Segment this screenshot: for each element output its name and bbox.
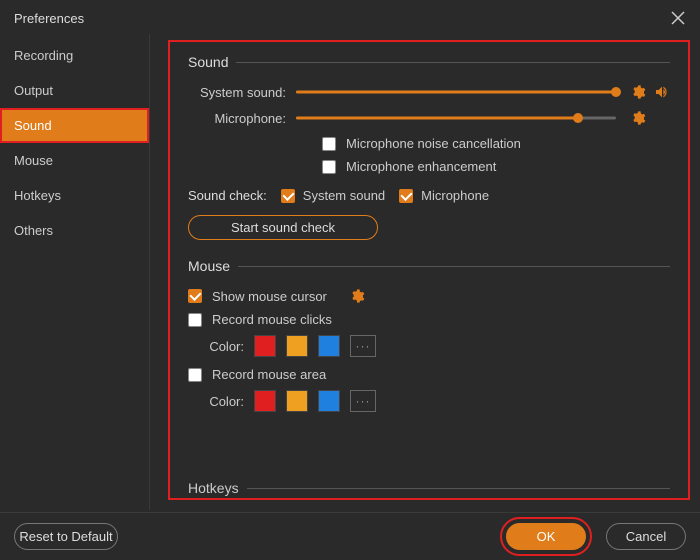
noise-cancel-label: Microphone noise cancellation xyxy=(346,136,521,151)
color-swatch-orange[interactable] xyxy=(286,390,308,412)
window-title: Preferences xyxy=(14,11,84,26)
speaker-icon[interactable] xyxy=(654,84,670,100)
sidebar-item-output[interactable]: Output xyxy=(0,73,149,108)
preferences-panel: Sound System sound: xyxy=(168,40,690,500)
record-clicks-label: Record mouse clicks xyxy=(212,312,332,327)
sidebar: Recording Output Sound Mouse Hotkeys Oth… xyxy=(0,34,150,510)
system-sound-slider[interactable] xyxy=(296,85,616,99)
noise-cancel-checkbox[interactable] xyxy=(322,137,336,151)
microphone-slider[interactable] xyxy=(296,111,616,125)
dialog-footer: Reset to Default OK Cancel xyxy=(0,512,700,560)
gear-icon[interactable] xyxy=(349,288,365,304)
sidebar-item-sound[interactable]: Sound xyxy=(0,108,149,143)
color-swatch-blue[interactable] xyxy=(318,335,340,357)
record-area-checkbox[interactable] xyxy=(188,368,202,382)
mic-enhance-checkbox[interactable] xyxy=(322,160,336,174)
sidebar-item-others[interactable]: Others xyxy=(0,213,149,248)
color-swatch-blue[interactable] xyxy=(318,390,340,412)
microphone-label: Microphone: xyxy=(188,111,296,126)
record-clicks-checkbox[interactable] xyxy=(188,313,202,327)
color-swatch-red[interactable] xyxy=(254,335,276,357)
sidebar-item-hotkeys[interactable]: Hotkeys xyxy=(0,178,149,213)
section-heading-mouse: Mouse xyxy=(188,258,670,278)
reset-default-button[interactable]: Reset to Default xyxy=(14,523,118,550)
color-swatch-orange[interactable] xyxy=(286,335,308,357)
sidebar-item-recording[interactable]: Recording xyxy=(0,38,149,73)
soundcheck-system-checkbox[interactable] xyxy=(281,189,295,203)
mic-enhance-label: Microphone enhancement xyxy=(346,159,496,174)
sound-check-label: Sound check: xyxy=(188,188,267,203)
start-sound-check-button[interactable]: Start sound check xyxy=(188,215,378,240)
show-cursor-label: Show mouse cursor xyxy=(212,289,327,304)
click-color-label: Color: xyxy=(202,339,244,354)
ok-button[interactable]: OK xyxy=(506,523,586,550)
cancel-button[interactable]: Cancel xyxy=(606,523,686,550)
more-colors-button[interactable]: ··· xyxy=(350,390,376,412)
color-swatch-red[interactable] xyxy=(254,390,276,412)
more-colors-button[interactable]: ··· xyxy=(350,335,376,357)
section-heading-sound: Sound xyxy=(188,54,670,74)
soundcheck-mic-label: Microphone xyxy=(421,188,489,203)
system-sound-label: System sound: xyxy=(188,85,296,100)
gear-icon[interactable] xyxy=(630,110,646,126)
soundcheck-mic-checkbox[interactable] xyxy=(399,189,413,203)
soundcheck-system-label: System sound xyxy=(303,188,385,203)
area-color-label: Color: xyxy=(202,394,244,409)
sidebar-item-mouse[interactable]: Mouse xyxy=(0,143,149,178)
close-icon[interactable] xyxy=(670,10,686,26)
record-area-label: Record mouse area xyxy=(212,367,326,382)
gear-icon[interactable] xyxy=(630,84,646,100)
section-heading-hotkeys: Hotkeys xyxy=(188,480,670,496)
show-cursor-checkbox[interactable] xyxy=(188,289,202,303)
